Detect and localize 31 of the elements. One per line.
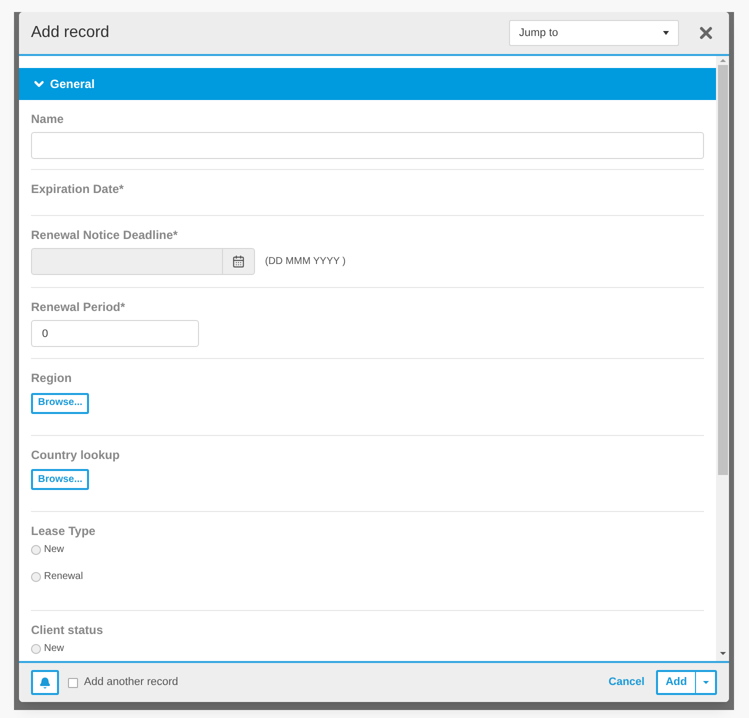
caret-icon: [663, 31, 669, 35]
date-format-hint: (DD MMM YYYY ): [265, 255, 346, 269]
checkbox-label: Add another record: [84, 675, 178, 690]
field-label: Lease Type: [31, 524, 96, 538]
field-label: Name: [31, 112, 64, 126]
radio-label: New: [44, 642, 64, 656]
radio-button[interactable]: [31, 572, 41, 582]
notification-button[interactable]: [31, 670, 59, 695]
bell-icon: [39, 676, 51, 688]
dialog-title: Add record: [31, 23, 110, 43]
number-field[interactable]: 0: [31, 320, 199, 347]
cancel-link[interactable]: Cancel: [608, 674, 645, 691]
browse-button[interactable]: Browse...: [31, 392, 90, 414]
radio-button[interactable]: [31, 545, 41, 555]
field-label: Region: [31, 371, 72, 385]
field-label: Expiration Date*: [31, 182, 124, 196]
field-label: Renewal Period*: [31, 300, 126, 314]
radio-label: New: [44, 543, 64, 557]
caret-icon: [702, 681, 708, 684]
text-field[interactable]: [31, 132, 704, 159]
field-label: Renewal Notice Deadline*: [31, 228, 178, 242]
browse-button[interactable]: Browse...: [31, 469, 90, 490]
jump-to-dropdown[interactable]: Jump to: [509, 20, 679, 46]
radio-button[interactable]: [31, 644, 41, 654]
field-label: Client status: [31, 623, 104, 637]
scrollbar[interactable]: [716, 56, 729, 661]
field-label: Country lookup: [31, 448, 120, 462]
close-icon[interactable]: [697, 24, 715, 42]
radio-label: Renewal: [44, 570, 83, 584]
section-header[interactable]: General: [19, 68, 716, 100]
checkbox[interactable]: [68, 678, 78, 688]
